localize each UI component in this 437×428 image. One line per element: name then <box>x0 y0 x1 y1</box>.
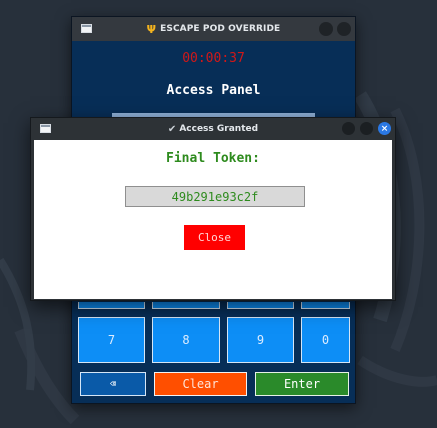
keypad-key-9[interactable]: 9 <box>227 317 294 363</box>
close-icon[interactable]: × <box>378 122 391 135</box>
close-button[interactable]: Close <box>184 225 245 250</box>
keypad-key[interactable] <box>301 302 350 309</box>
keypad-key-7[interactable]: 7 <box>78 317 145 363</box>
keypad-key[interactable] <box>78 302 145 309</box>
maximize-button[interactable] <box>360 122 373 135</box>
dialog-titlebar: ✔ Access Granted × <box>31 118 395 140</box>
access-granted-dialog: ✔ Access Granted × Final Token: 49b291e9… <box>30 117 396 301</box>
maximize-button[interactable] <box>337 22 351 36</box>
keypad-key[interactable] <box>152 302 220 309</box>
trident-icon: Ψ <box>146 22 157 36</box>
window-titlebar: Ψ ESCAPE POD OVERRIDE <box>72 17 355 41</box>
enter-button[interactable]: Enter <box>255 372 349 396</box>
backspace-button[interactable]: ⌫ <box>80 372 146 396</box>
backspace-icon: ⌫ <box>109 378 117 390</box>
panel-title: Access Panel <box>166 83 261 98</box>
dialog-body: Final Token: 49b291e93c2f Close <box>34 140 392 299</box>
countdown-timer: 00:00:37 <box>182 51 245 66</box>
minimize-button[interactable] <box>319 22 333 36</box>
token-heading: Final Token: <box>166 151 260 166</box>
dialog-title: ✔ Access Granted <box>31 118 395 140</box>
dialog-title-text: Access Granted <box>179 124 259 134</box>
keypad-key-8[interactable]: 8 <box>152 317 220 363</box>
minimize-button[interactable] <box>342 122 355 135</box>
keypad-key-0[interactable]: 0 <box>301 317 350 363</box>
clear-button[interactable]: Clear <box>154 372 247 396</box>
check-icon: ✔ <box>167 123 177 135</box>
window-title: Ψ ESCAPE POD OVERRIDE <box>72 17 355 41</box>
window-title-text: ESCAPE POD OVERRIDE <box>160 24 281 34</box>
token-field[interactable]: 49b291e93c2f <box>125 186 305 207</box>
keypad-key[interactable] <box>227 302 294 309</box>
